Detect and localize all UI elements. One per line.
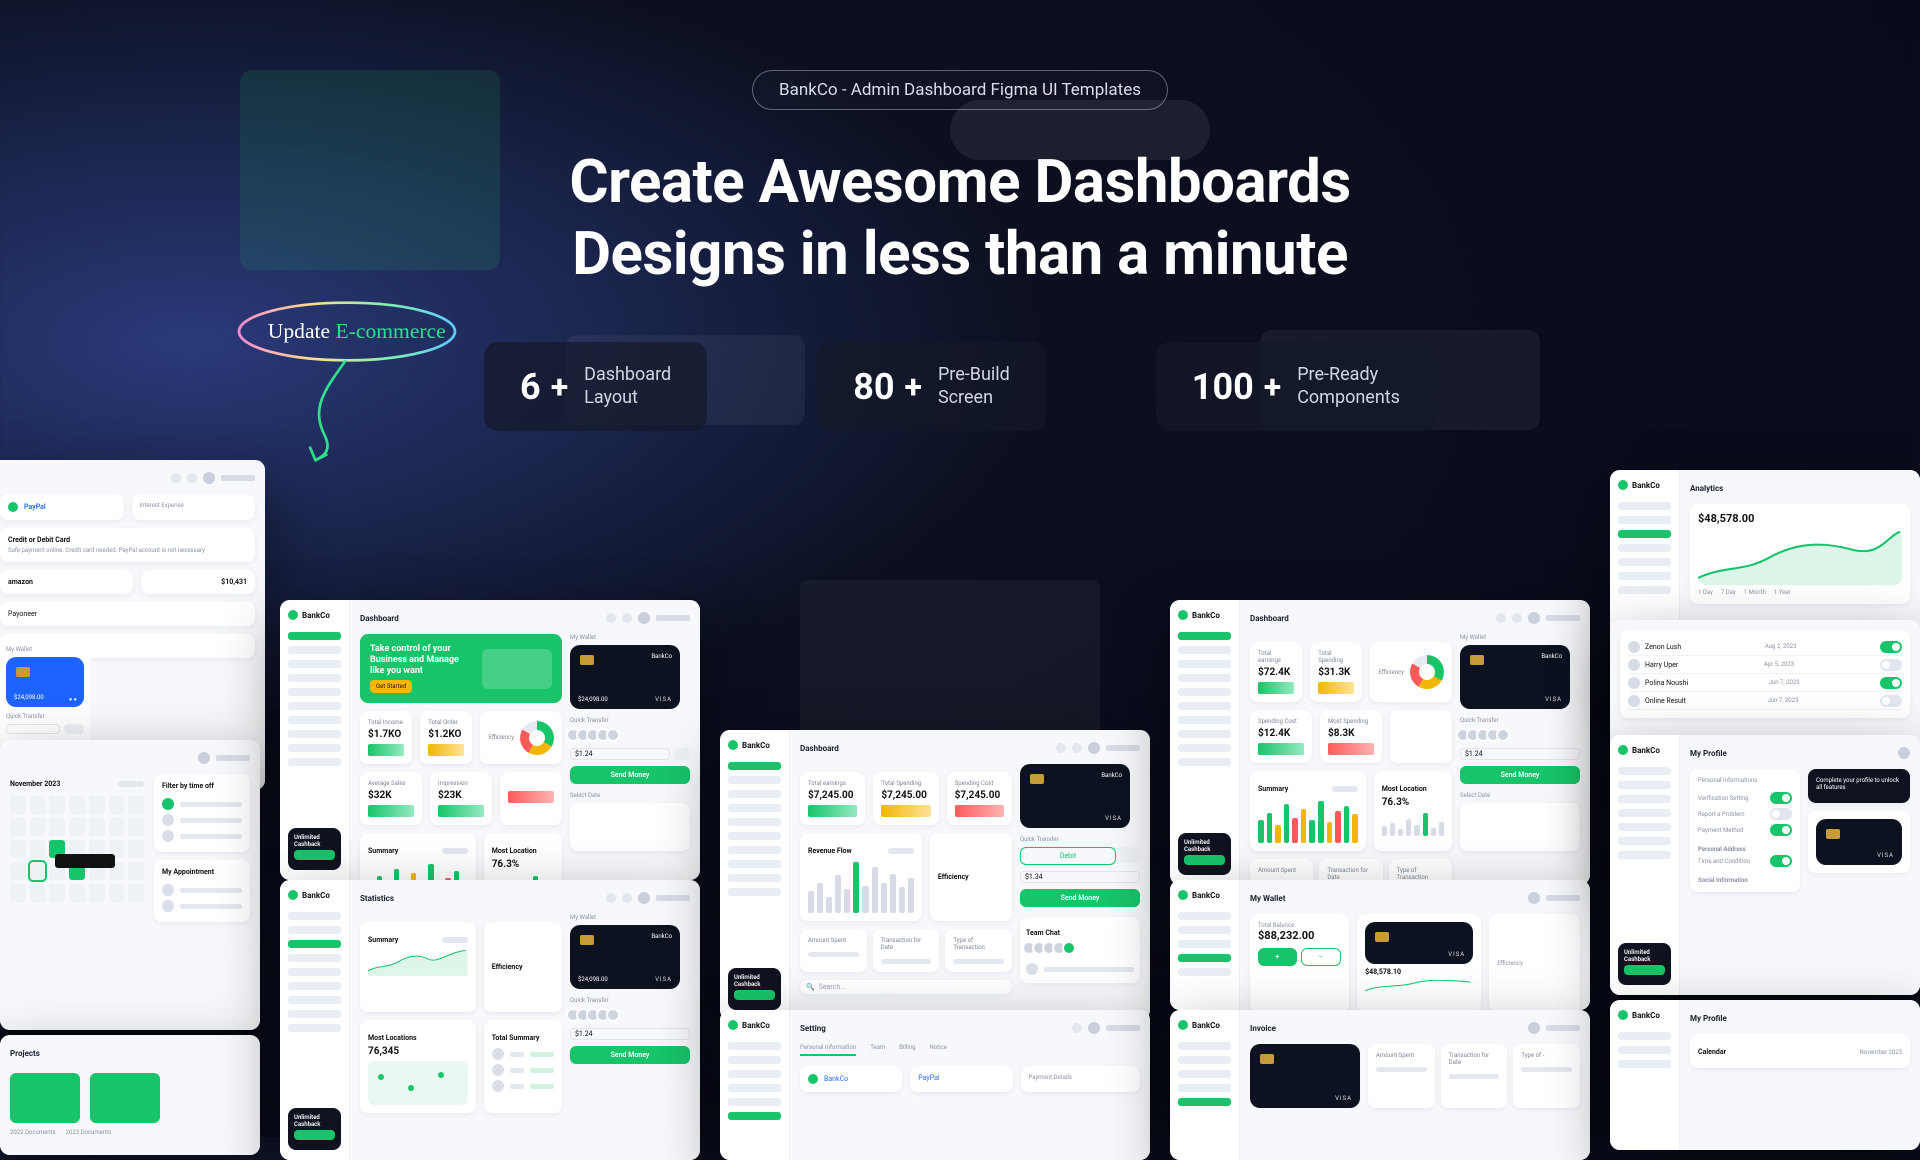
shot-settings: BankCo Setting Personal Information Team… [720, 1010, 1150, 1160]
stat-label: DashboardLayout [584, 364, 671, 409]
stat-num: 100 [1192, 366, 1254, 408]
toggle[interactable] [1880, 677, 1902, 689]
get-started-button[interactable]: Get Started [370, 680, 412, 693]
stat-num: 6 [520, 366, 541, 408]
shot-projects: Projects 2022 Documents 2023 Documents [0, 1035, 260, 1155]
headline-line-2: Designs in less than a minute [0, 218, 1920, 290]
send-money-button[interactable]: Send Money [570, 766, 690, 784]
toggle[interactable] [1880, 641, 1902, 653]
shot-statistics: BankCo Unlimited Cashback Statistics Sum… [280, 880, 700, 1160]
upgrade-button[interactable] [294, 850, 335, 860]
brand-icon [288, 610, 298, 620]
send-money-button[interactable]: Send Money [570, 1046, 690, 1064]
toggle[interactable] [1880, 695, 1902, 707]
product-pill: BankCo - Admin Dashboard Figma UI Templa… [752, 70, 1168, 110]
headline-line-1: Create Awesome Dashboards [0, 146, 1920, 218]
stat-layouts: 6+ DashboardLayout [484, 342, 707, 431]
stat-label: Pre-BuildScreen [938, 364, 1010, 409]
stat-screens: 80+ Pre-BuildScreen [817, 342, 1046, 431]
send-money-button[interactable]: Send Money [1020, 889, 1140, 907]
cashback-card: Unlimited Cashback [288, 828, 341, 870]
shot-profile: BankCo Unlimited Cashback My Profile Per… [1610, 735, 1920, 995]
hero: BankCo - Admin Dashboard Figma UI Templa… [0, 0, 1920, 431]
stat-num: 80 [853, 366, 894, 408]
headline: Create Awesome Dashboards Designs in les… [0, 146, 1920, 290]
efficiency-donut [520, 721, 554, 755]
stats-row: 6+ DashboardLayout 80+ Pre-BuildScreen 1… [0, 342, 1920, 431]
toggle[interactable] [1880, 659, 1902, 671]
shot-ecommerce-dashboard: BankCo Unlimited Cashback Dashboard Take… [280, 600, 700, 880]
shot-bank-dashboard-b: BankCo Unlimited Cashback Dashboard Tota… [1170, 600, 1590, 885]
shot-wallet-mini: My Wallet $24,098.00 ●● Quick Transfer D… [0, 640, 90, 750]
shot-calendar: November 2023 Filter by time off [0, 740, 260, 1030]
shot-bank-dashboard-a: BankCo Unlimited Cashback Dashboard Tota… [720, 730, 1150, 1020]
send-money-button[interactable]: Send Money [1460, 766, 1580, 784]
shot-profile-calendar: BankCo My Profile CalendarNovember 2023 [1610, 1000, 1920, 1150]
stat-label: Pre-ReadyComponents [1297, 364, 1400, 409]
shot-my-wallet: BankCo My Wallet Total Balance $88,232.0… [1170, 880, 1590, 1010]
shot-invoice: BankCo Invoice VISA Amount Spent Transac… [1170, 1010, 1590, 1160]
stat-components: 100+ Pre-ReadyComponents [1156, 342, 1436, 431]
